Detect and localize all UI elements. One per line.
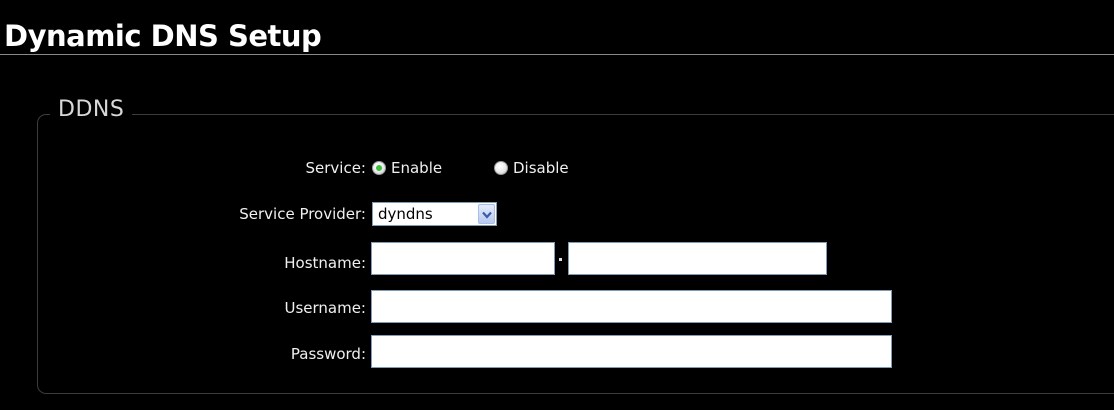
service-provider-label: Service Provider: — [239, 205, 366, 223]
service-label: Service: — [305, 159, 367, 177]
service-enable-radio[interactable] — [372, 161, 386, 175]
hostname-input-2[interactable] — [568, 242, 827, 275]
service-provider-value: dyndns — [378, 205, 433, 223]
hostname-label: Hostname: — [284, 254, 366, 272]
password-label: Password: — [290, 345, 366, 363]
page-title: Dynamic DNS Setup — [4, 19, 322, 53]
username-input[interactable] — [371, 290, 892, 323]
password-input[interactable] — [371, 335, 892, 368]
dropdown-button[interactable] — [478, 204, 495, 224]
ddns-legend: DDNS — [50, 96, 133, 124]
title-divider — [0, 54, 1114, 55]
ddns-setup-panel: Dynamic DNS Setup DDNS Service: Enable D… — [0, 0, 1114, 410]
service-disable-radio[interactable] — [494, 161, 508, 175]
username-label: Username: — [284, 299, 366, 317]
hostname-input-1[interactable] — [371, 242, 555, 275]
hostname-separator — [559, 258, 562, 261]
service-provider-select[interactable]: dyndns — [372, 202, 497, 226]
service-enable-label[interactable]: Enable — [391, 158, 442, 178]
chevron-down-icon — [482, 211, 492, 219]
radio-selected-icon — [376, 165, 382, 171]
service-disable-label[interactable]: Disable — [513, 158, 569, 178]
